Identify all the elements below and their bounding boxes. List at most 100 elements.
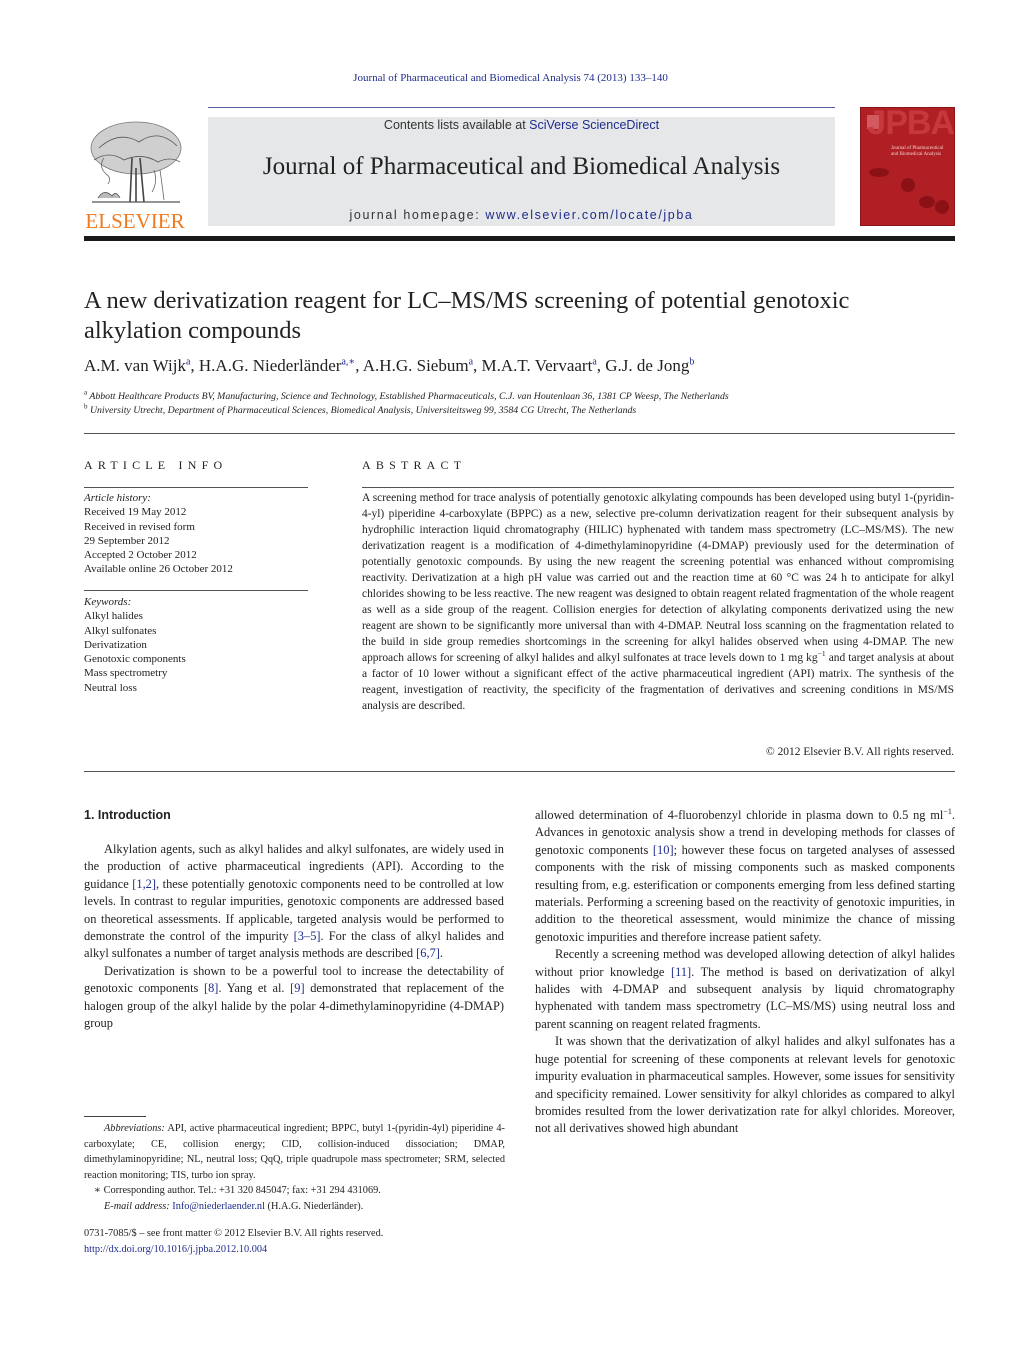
citation-link[interactable]: [8] (204, 981, 218, 995)
citation-link[interactable]: [1,2] (132, 877, 156, 891)
abstract-heading: ABSTRACT (362, 458, 467, 472)
citation-link[interactable]: [10] (653, 843, 674, 857)
affiliation-marker: a (84, 388, 88, 397)
author-name: G.J. de Jong (605, 356, 690, 375)
paragraph: Derivatization is shown to be a powerful… (84, 963, 504, 1033)
affiliation-text: University Utrecht, Department of Pharma… (89, 405, 637, 416)
abstract-copyright: © 2012 Elsevier B.V. All rights reserved… (766, 746, 954, 758)
elsevier-wordmark: ELSEVIER (85, 209, 185, 233)
author-name: A.M. van Wijk (84, 356, 186, 375)
email-suffix: (H.A.G. Niederländer). (264, 1200, 364, 1212)
header-rule (208, 107, 835, 108)
abbreviations-label: Abbreviations: (104, 1123, 165, 1134)
cover-decoration-icon (919, 196, 935, 208)
email-link[interactable]: Info@niederlaender.nl (172, 1201, 265, 1212)
keyword: Derivatization (84, 638, 147, 651)
article-history: Article history: Received 19 May 2012 Re… (84, 491, 308, 577)
homepage-link[interactable]: www.elsevier.com/locate/jpba (485, 208, 693, 222)
journal-banner: Contents lists available at SciVerse Sci… (208, 117, 835, 226)
footnotes: Abbreviations: API, active pharmaceutica… (84, 1121, 505, 1214)
front-matter: 0731-7085/$ – see front matter © 2012 El… (84, 1226, 505, 1257)
citation-link[interactable]: [3–5] (294, 929, 321, 943)
footnote-rule (84, 1116, 146, 1117)
doi-link[interactable]: http://dx.doi.org/10.1016/j.jpba.2012.10… (84, 1242, 505, 1258)
affiliation-mark[interactable]: a,∗ (341, 356, 355, 367)
author-separator: , (473, 356, 482, 375)
contents-line: Contents lists available at SciVerse Sci… (208, 117, 835, 132)
issn-line: 0731-7085/$ – see front matter © 2012 El… (84, 1228, 384, 1239)
divider (84, 590, 308, 591)
body-column-left: Alkylation agents, such as alkyl halides… (84, 841, 504, 1032)
running-head[interactable]: Journal of Pharmaceutical and Biomedical… (0, 72, 1021, 84)
keywords-label: Keywords: (84, 596, 132, 608)
divider (84, 771, 955, 772)
divider (84, 487, 308, 488)
affiliation: a Abbott Healthcare Products BV, Manufac… (84, 388, 954, 402)
history-item: 29 September 2012 (84, 534, 170, 547)
abstract-body: A screening method for trace analysis of… (362, 490, 954, 714)
affiliation-mark[interactable]: b (689, 356, 694, 367)
author[interactable]: H.A.G. Niederländera,∗ (199, 356, 355, 375)
author-name: H.A.G. Niederländer (198, 356, 342, 375)
journal-cover-image[interactable]: JPBA Journal of Pharmaceutical and Biomed… (860, 107, 955, 226)
cover-acronym: JPBA (867, 107, 954, 142)
paragraph: allowed determination of 4-fluorobenzyl … (535, 807, 955, 946)
citation-link[interactable]: [6,7] (416, 946, 440, 960)
keyword: Genotoxic components (84, 653, 186, 666)
author[interactable]: M.A.T. Vervaarta (482, 356, 597, 375)
text: . Yang et al. (218, 981, 291, 996)
article-info-heading: ARTICLE INFO (84, 458, 228, 472)
elsevier-tree-icon (90, 121, 182, 203)
section-heading-introduction: 1. Introduction (84, 808, 171, 822)
author[interactable]: A.H.G. Siebuma (363, 356, 473, 375)
homepage-line: journal homepage: www.elsevier.com/locat… (208, 208, 835, 222)
citation-link[interactable]: [9] (290, 981, 304, 995)
divider (84, 433, 955, 434)
sciencedirect-link[interactable]: SciVerse ScienceDirect (529, 118, 659, 132)
history-label: Article history: (84, 492, 151, 504)
body-column-right: allowed determination of 4-fluorobenzyl … (535, 807, 955, 1138)
text: . (439, 946, 444, 961)
author-name: M.A.T. Vervaart (481, 356, 593, 375)
author[interactable]: G.J. de Jongb (605, 356, 694, 375)
cover-title-line2: and Biomedical Analysis (891, 152, 941, 157)
divider (362, 487, 954, 488)
keyword: Mass spectrometry (84, 667, 168, 680)
abbreviations-footnote: Abbreviations: API, active pharmaceutica… (84, 1121, 505, 1183)
cover-title: Journal of Pharmaceutical and Biomedical … (891, 146, 943, 158)
keyword: Alkyl halides (84, 610, 143, 623)
author-separator: , (190, 356, 199, 375)
text: ; however these focus on targeted analys… (535, 842, 956, 944)
email-footnote: E-mail address: Info@niederlaender.nl (H… (84, 1199, 505, 1215)
text: allowed determination of 4-fluorobenzyl … (535, 808, 944, 822)
contents-prefix: Contents lists available at (383, 118, 530, 132)
masthead-rule (84, 236, 955, 241)
affiliation: b University Utrecht, Department of Phar… (84, 402, 954, 416)
keywords: Keywords: Alkyl halides Alkyl sulfonates… (84, 595, 308, 695)
citation-link[interactable]: [11] (671, 965, 691, 979)
homepage-prefix: journal homepage: (349, 208, 486, 222)
history-item: Accepted 2 October 2012 (84, 549, 197, 562)
cover-decoration-icon (901, 178, 915, 192)
history-item: Received in revised form (84, 520, 195, 533)
elsevier-logo[interactable]: ELSEVIER (84, 118, 186, 233)
cover-decoration-icon (935, 200, 949, 214)
corresponding-author-footnote: ∗ Corresponding author. Tel.: +31 320 84… (94, 1185, 381, 1196)
abstract-text: A screening method for trace analysis of… (362, 492, 954, 664)
author-list: A.M. van Wijka, H.A.G. Niederländera,∗, … (84, 356, 954, 376)
email-label: E-mail address: (104, 1200, 173, 1212)
paragraph: Recently a screening method was develope… (535, 946, 955, 1033)
keyword: Alkyl sulfonates (84, 624, 157, 637)
author-name: A.H.G. Siebum (362, 356, 469, 375)
affiliation-marker: b (84, 402, 88, 411)
superscript: −1 (817, 649, 826, 659)
author[interactable]: A.M. van Wijka (84, 356, 190, 375)
author-separator: , (596, 356, 606, 375)
cover-title-line1: Journal of Pharmaceutical (891, 146, 944, 151)
paragraph: Alkylation agents, such as alkyl halides… (84, 841, 504, 963)
superscript: −1 (943, 806, 952, 816)
history-item: Received 19 May 2012 (84, 506, 187, 519)
keyword: Neutral loss (84, 681, 137, 694)
cover-decoration-icon (869, 168, 889, 177)
history-item: Available online 26 October 2012 (84, 563, 233, 576)
